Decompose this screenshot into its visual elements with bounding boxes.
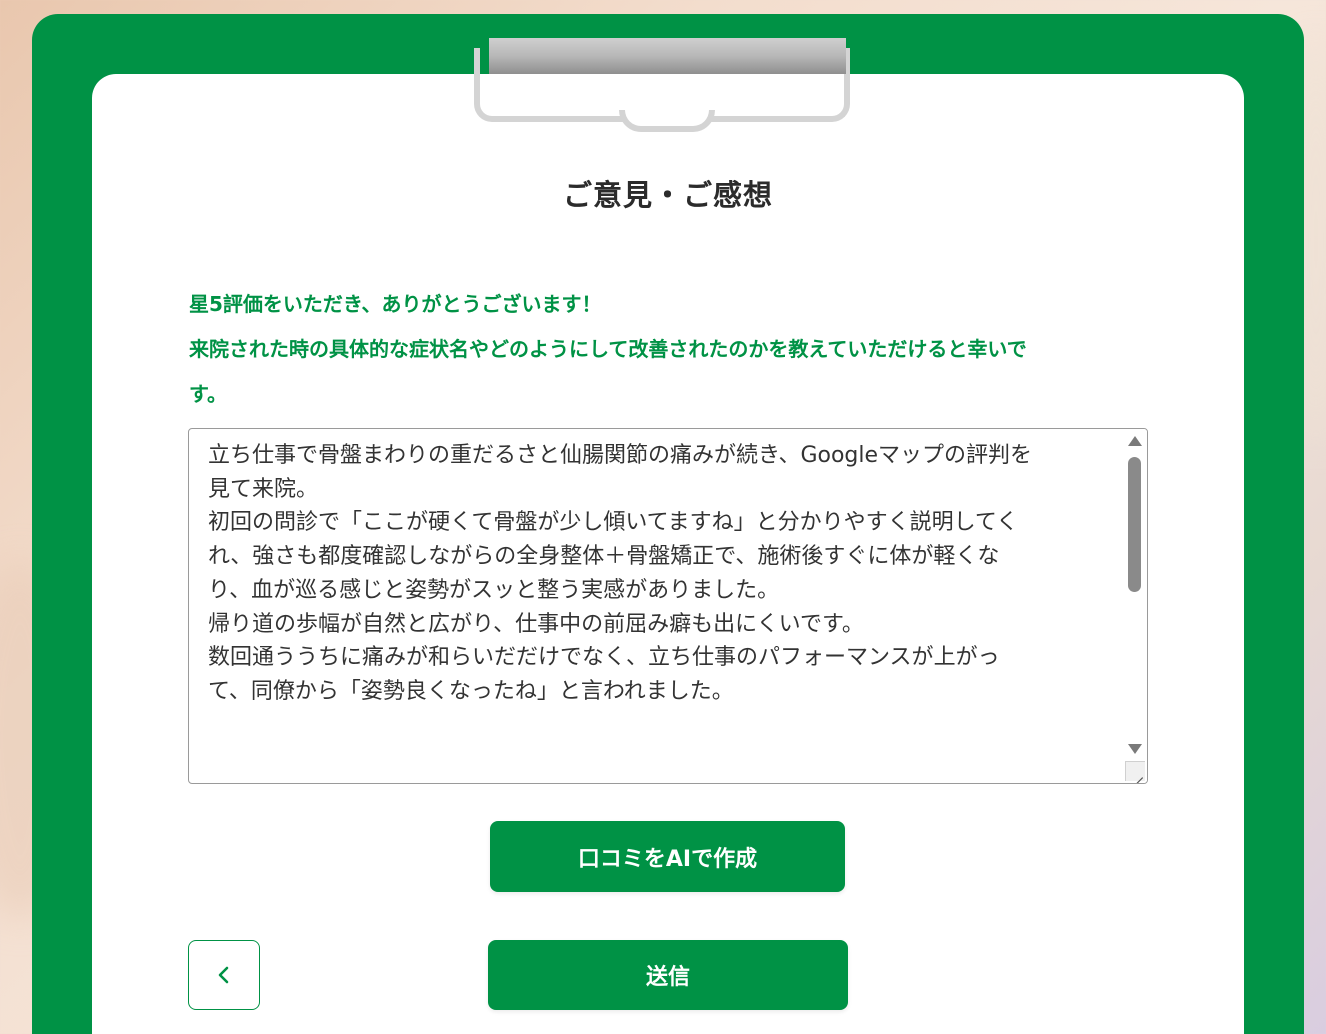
clip-notch bbox=[619, 110, 715, 132]
thank-you-message: 星5評価をいただき、ありがとうございます！ 来院された時の具体的な症状名やどのよ… bbox=[189, 282, 1149, 417]
textarea-scrollbar[interactable] bbox=[1123, 429, 1147, 783]
back-button[interactable] bbox=[188, 940, 260, 1010]
message-line: す。 bbox=[189, 382, 227, 406]
ai-generate-review-button[interactable]: 口コミをAIで作成 bbox=[490, 821, 845, 892]
scroll-up-arrow-icon[interactable] bbox=[1128, 436, 1142, 446]
review-textarea[interactable]: 立ち仕事で骨盤まわりの重だるさと仙腸関節の痛みが続き、Googleマップの評判を… bbox=[188, 428, 1148, 784]
page-title: ご意見・ご感想 bbox=[562, 178, 773, 212]
message-line: 星5評価をいただき、ありがとうございます！ bbox=[189, 292, 602, 316]
clipboard-clip bbox=[473, 38, 863, 136]
resize-handle-icon[interactable] bbox=[1125, 761, 1145, 781]
message-line: 来院された時の具体的な症状名やどのようにして改善されたのかを教えていただけると幸… bbox=[189, 337, 1027, 361]
review-text[interactable]: 立ち仕事で骨盤まわりの重だるさと仙腸関節の痛みが続き、Googleマップの評判を… bbox=[208, 439, 1108, 709]
scroll-down-arrow-icon[interactable] bbox=[1128, 744, 1142, 754]
submit-button[interactable]: 送信 bbox=[488, 940, 848, 1010]
clip-bar bbox=[489, 38, 846, 74]
scroll-thumb[interactable] bbox=[1128, 457, 1141, 592]
chevron-left-icon bbox=[218, 966, 229, 984]
